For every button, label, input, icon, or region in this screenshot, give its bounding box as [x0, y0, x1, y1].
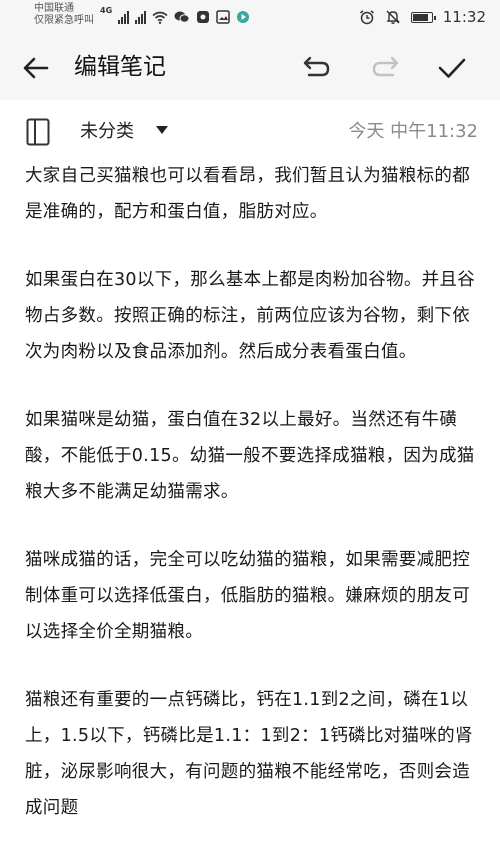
signal-icon-2 [135, 10, 147, 24]
network-type: 4G [100, 6, 113, 15]
category-selector[interactable]: 未分类 [80, 120, 134, 144]
check-icon[interactable] [436, 52, 468, 84]
wifi-icon [152, 11, 168, 24]
note-paragraph[interactable]: 猫粮还有重要的一点钙磷比，钙在1.1到2之间，磷在1以上，1.5以下，钙磷比是1… [25, 682, 487, 826]
signal-icon [118, 10, 130, 24]
app-icon [197, 11, 210, 23]
arrow-left-icon[interactable] [20, 52, 52, 84]
status-right: 11:32 [359, 7, 486, 27]
status-bar: 中国联通 仅限紧急呼叫 4G 11:32 [0, 0, 500, 34]
emergency-only: 仅限紧急呼叫 [34, 15, 94, 26]
carrier-info: 中国联通 仅限紧急呼叫 [34, 3, 94, 27]
clock: 11:32 [442, 8, 486, 26]
note-paragraph[interactable]: 如果蛋白在30以下，那么基本上都是肉粉加谷物。并且谷物占多数。按照正确的标注，前… [25, 262, 487, 370]
notebook-icon[interactable] [26, 118, 50, 146]
carrier-name: 中国联通 [34, 3, 74, 14]
alarm-icon [359, 10, 374, 25]
page-title: 编辑笔记 [74, 54, 166, 80]
note-body[interactable]: 大家自己买猫粮也可以看看昂，我们暂且认为猫粮标的都是准确的，配方和蛋白值，脂肪对… [25, 158, 487, 858]
redo-icon[interactable] [370, 52, 400, 82]
wechat-icon [174, 11, 190, 23]
caret-down-icon[interactable] [154, 122, 170, 138]
undo-icon[interactable] [302, 52, 332, 82]
app-bar: 编辑笔记 [0, 34, 500, 100]
play-icon [237, 11, 250, 23]
note-timestamp: 今天 中午11:32 [348, 121, 478, 142]
note-paragraph[interactable]: 大家自己买猫粮也可以看看昂，我们暂且认为猫粮标的都是准确的，配方和蛋白值，脂肪对… [25, 158, 487, 230]
note-paragraph[interactable]: 如果猫咪是幼猫，蛋白值在32以上最好。当然还有牛磺酸，不能低于0.15。幼猫一般… [25, 402, 487, 510]
status-icons: 4G [100, 7, 250, 27]
note-meta-row: 未分类 今天 中午11:32 [0, 106, 500, 158]
battery-icon [410, 11, 436, 23]
note-paragraph[interactable]: 猫咪成猫的话，完全可以吃幼猫的猫粮，如果需要减肥控制体重可以选择低蛋白，低脂肪的… [25, 542, 487, 650]
mute-bell-icon [386, 10, 400, 24]
image-icon [216, 10, 230, 24]
